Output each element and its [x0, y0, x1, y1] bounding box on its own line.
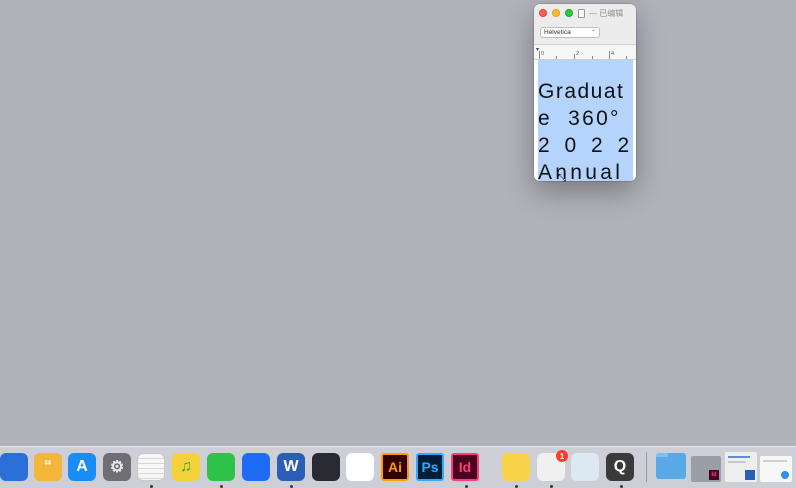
quicktime-icon[interactable]: Q	[606, 453, 634, 481]
dock-divider	[646, 452, 647, 482]
word-icon[interactable]: W	[277, 453, 305, 481]
folder-icon[interactable]	[656, 453, 686, 479]
document-proxy-icon[interactable]	[578, 9, 585, 18]
finder-window-icon[interactable]	[760, 456, 792, 482]
font-family-value: Helvetica	[544, 29, 571, 36]
illustrator-icon[interactable]: Ai	[381, 453, 409, 481]
ruler-tick	[626, 56, 627, 59]
textedit-window[interactable]: — 已编辑 Helvetica ⌃ ▾ 0 2 4 Graduat e 360°…	[534, 4, 636, 181]
font-family-select[interactable]: Helvetica ⌃	[540, 27, 600, 38]
title-bar[interactable]: — 已编辑	[534, 4, 636, 23]
document-line: e 360°	[538, 107, 621, 130]
notification-badge: 1	[556, 450, 568, 462]
finder-mini-badge	[781, 471, 789, 479]
window-title-text: 已编辑	[599, 9, 624, 18]
wechat-icon[interactable]	[207, 453, 235, 481]
lark-icon[interactable]	[242, 453, 270, 481]
indesign-doc-icon[interactable]: Id	[691, 456, 721, 482]
ruler-tick	[609, 51, 610, 59]
calculator-icon[interactable]	[571, 453, 599, 481]
zoom-button[interactable]	[565, 9, 573, 17]
ruler[interactable]: ▾ 0 2 4	[534, 45, 636, 60]
stickies-icon[interactable]	[502, 453, 530, 481]
chevron-updown-icon: ⌃	[590, 30, 596, 36]
document-text-area[interactable]: Graduat e 360° 2 0 2 2 Annual	[534, 60, 636, 181]
resize-cursor-icon: ⤡	[558, 173, 566, 184]
doc-preview-line	[728, 456, 750, 458]
obs-icon[interactable]	[312, 453, 340, 481]
ruler-number: 0	[541, 51, 545, 57]
ruler-tick	[592, 56, 593, 59]
document-line: Graduat	[538, 80, 625, 103]
ruler-tick	[539, 51, 540, 59]
ruler-tick	[556, 56, 557, 59]
format-bar: Helvetica ⌃	[534, 23, 636, 45]
document-line: 2 0 2 2	[538, 134, 630, 157]
close-button[interactable]	[539, 9, 547, 17]
textedit-icon[interactable]	[137, 453, 165, 481]
qq-music-icon[interactable]: ♫	[172, 453, 200, 481]
keynote-icon[interactable]	[0, 453, 28, 481]
pages-icon[interactable]: “	[34, 453, 62, 481]
window-preview-line	[763, 460, 787, 462]
app-store-icon[interactable]: A	[68, 453, 96, 481]
gear-icon[interactable]: ⚙	[103, 453, 131, 481]
minimize-button[interactable]	[552, 9, 560, 17]
ruler-number: 4	[611, 51, 615, 57]
indesign-icon[interactable]: Id	[451, 453, 479, 481]
photoshop-icon[interactable]: Ps	[416, 453, 444, 481]
window-title: — 已编辑	[589, 9, 624, 18]
folder-tab	[656, 453, 668, 457]
indesign-mini-badge: Id	[709, 470, 719, 480]
ruler-tick	[574, 54, 575, 59]
ruler-number: 2	[576, 51, 580, 57]
baidu-netdisk-icon[interactable]	[346, 453, 374, 481]
word-mini-badge	[745, 470, 755, 480]
document-line: Annual	[538, 161, 624, 181]
word-doc-icon[interactable]	[725, 452, 757, 482]
doc-preview-line	[728, 461, 746, 463]
document-text[interactable]: Graduat e 360° 2 0 2 2 Annual	[538, 78, 633, 181]
